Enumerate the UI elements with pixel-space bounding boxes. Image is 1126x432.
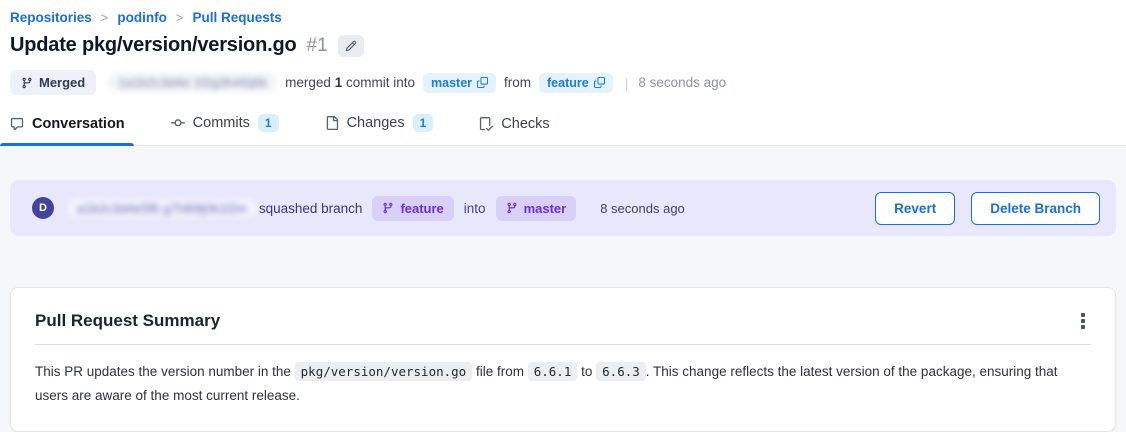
- tab-checks-label: Checks: [501, 116, 549, 132]
- avatar[interactable]: D: [32, 197, 54, 219]
- merged-banner: D a1b2c3d4e5f6 g7h8i9j0k1l2m squashed br…: [10, 180, 1116, 236]
- base-branch-label: master: [524, 201, 567, 216]
- merged-status-badge: Merged: [10, 70, 96, 95]
- body-text: This PR updates the version number in th…: [35, 364, 295, 379]
- breadcrumb-repositories[interactable]: Repositories: [10, 10, 92, 25]
- tab-conversation-label: Conversation: [32, 116, 125, 132]
- copy-icon[interactable]: [477, 77, 488, 88]
- commits-count-badge: 1: [258, 114, 279, 132]
- delete-branch-button[interactable]: Delete Branch: [971, 192, 1100, 225]
- tab-checks[interactable]: Checks: [479, 116, 549, 145]
- copy-icon[interactable]: [594, 77, 605, 88]
- head-branch-chip[interactable]: feature: [539, 73, 613, 93]
- head-branch-label: feature: [400, 201, 443, 216]
- page-title: Update pkg/version/version.go: [10, 34, 297, 57]
- card-body: This PR updates the version number in th…: [35, 360, 1091, 407]
- base-branch-chip[interactable]: master: [423, 73, 496, 93]
- page-header: Repositories > podinfo > Pull Requests U…: [0, 0, 1126, 95]
- divider: |: [625, 75, 629, 91]
- title-row: Update pkg/version/version.go #1: [10, 34, 1116, 57]
- card-divider: [35, 344, 1091, 345]
- tab-conversation[interactable]: Conversation: [10, 116, 125, 145]
- tab-changes[interactable]: Changes 1: [325, 114, 434, 145]
- breadcrumb-pull-requests[interactable]: Pull Requests: [192, 10, 281, 25]
- redacted-username: 1a1b2c3d4e 1f2g3h4i5j6k: [108, 73, 277, 92]
- revert-button[interactable]: Revert: [875, 192, 955, 225]
- breadcrumb-podinfo[interactable]: podinfo: [117, 10, 166, 25]
- pull-request-summary-card: Pull Request Summary This PR updates the…: [10, 287, 1116, 432]
- body-text: file from: [472, 364, 528, 379]
- code-span: 6.6.1: [528, 362, 578, 381]
- pr-tabs: Conversation Commits 1 Changes 1 Checks: [0, 95, 1126, 146]
- card-menu-button[interactable]: [1071, 308, 1095, 334]
- breadcrumb-separator: >: [176, 10, 184, 25]
- base-branch-label: master: [431, 76, 472, 90]
- file-icon: [325, 116, 339, 130]
- tab-commits[interactable]: Commits 1: [171, 114, 279, 145]
- content-area: D a1b2c3d4e5f6 g7h8i9j0k1l2m squashed br…: [0, 146, 1126, 432]
- redacted-username: a1b2c3d4e5f6 g7h8i9j0k1l2m: [67, 199, 257, 218]
- merge-text-post: commit into: [346, 75, 415, 90]
- tab-commits-label: Commits: [193, 115, 250, 131]
- merge-description: merged 1 commit into: [285, 75, 415, 90]
- code-span: 6.6.3: [596, 362, 646, 381]
- head-branch-label: feature: [547, 76, 589, 90]
- edit-title-button[interactable]: [338, 35, 364, 57]
- card-title: Pull Request Summary: [35, 311, 1091, 331]
- checklist-icon: [479, 117, 493, 131]
- base-branch-chip[interactable]: master: [496, 196, 577, 221]
- head-branch-chip[interactable]: feature: [372, 196, 453, 221]
- commit-icon: [171, 116, 185, 130]
- changes-count-badge: 1: [413, 114, 434, 132]
- pencil-icon: [345, 40, 357, 52]
- banner-action-text: squashed branch: [259, 201, 363, 216]
- from-label: from: [504, 75, 531, 90]
- merge-timestamp: 8 seconds ago: [638, 75, 726, 90]
- banner-timestamp: 8 seconds ago: [600, 201, 685, 216]
- merged-label: Merged: [39, 75, 85, 90]
- merge-text-pre: merged: [285, 75, 331, 90]
- pr-number: #1: [307, 35, 328, 57]
- tab-changes-label: Changes: [347, 115, 405, 131]
- commit-count: 1: [335, 75, 343, 90]
- git-branch-icon: [506, 202, 518, 214]
- git-branch-icon: [382, 202, 394, 214]
- body-text: to: [577, 364, 596, 379]
- into-label: into: [464, 201, 486, 216]
- kebab-icon: [1081, 313, 1085, 329]
- breadcrumb: Repositories > podinfo > Pull Requests: [10, 10, 1116, 25]
- code-span: pkg/version/version.go: [295, 362, 473, 381]
- merge-status-row: Merged 1a1b2c3d4e 1f2g3h4i5j6k merged 1 …: [10, 70, 1116, 95]
- git-merge-icon: [21, 77, 33, 89]
- comment-icon: [10, 117, 24, 131]
- breadcrumb-separator: >: [101, 10, 109, 25]
